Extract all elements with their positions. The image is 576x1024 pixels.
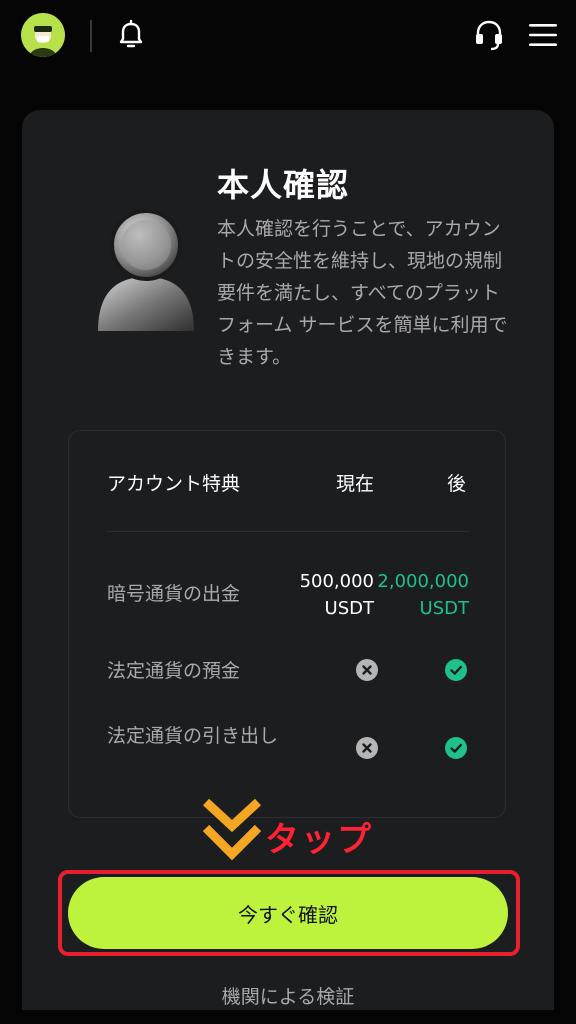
check-circle-icon — [445, 737, 467, 759]
tap-annotation: タップ — [265, 820, 373, 860]
bell-icon[interactable] — [116, 18, 146, 52]
chevron-down-double-icon — [200, 798, 264, 864]
avatar[interactable] — [21, 13, 65, 57]
benefits-header-label: アカウント特典 — [107, 473, 241, 495]
menu-icon[interactable] — [528, 22, 558, 48]
header-divider-line — [107, 531, 469, 532]
row-value-after: 2,000,000 USDT — [377, 571, 469, 619]
check-circle-icon — [445, 659, 467, 681]
headset-icon[interactable] — [474, 18, 504, 52]
row-label-crypto-withdraw: 暗号通貨の出金 — [107, 583, 241, 605]
row-label-fiat-deposit: 法定通貨の預金 — [107, 660, 241, 682]
x-circle-icon — [356, 737, 378, 759]
user-icon — [92, 205, 200, 335]
x-circle-icon — [356, 659, 378, 681]
card-description: 本人確認を行うことで、アカウントの安全性を維持し、現地の規制要件を満たし、すべて… — [217, 218, 508, 368]
benefits-header-after: 後 — [447, 473, 467, 495]
row-label-fiat-withdraw: 法定通貨の引き出し — [107, 725, 279, 747]
benefits-header-now: 現在 — [336, 473, 375, 495]
avatar-icon — [21, 13, 65, 57]
page-title: 本人確認 — [217, 166, 350, 204]
verify-now-button[interactable]: 今すぐ確認 — [68, 877, 508, 949]
row-value-now: 500,000 USDT — [299, 571, 374, 619]
benefits-table: アカウント特典 現在 後 暗号通貨の出金 500,000 USDT 2,000,… — [68, 430, 506, 818]
top-bar — [0, 0, 576, 72]
institution-verification-link[interactable]: 機関による検証 — [0, 982, 576, 1009]
header-divider — [90, 20, 92, 52]
